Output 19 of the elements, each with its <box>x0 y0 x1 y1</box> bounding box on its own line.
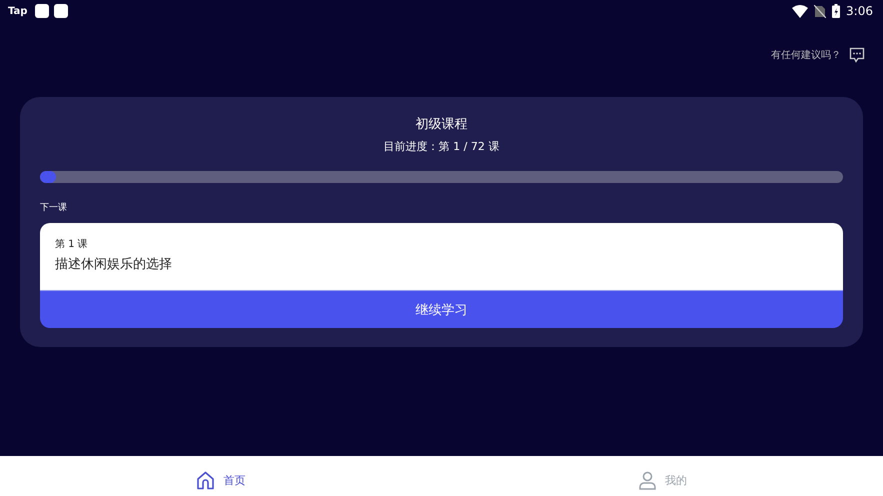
lesson-title: 描述休闲娱乐的选择 <box>55 256 173 273</box>
next-lesson-heading: 下一课 <box>40 202 68 214</box>
app-label: Tap <box>8 6 28 16</box>
course-title: 初级课程 <box>414 116 468 133</box>
battery-icon <box>832 4 840 18</box>
feedback-link[interactable]: 有任何建议吗？ <box>771 48 841 62</box>
chat-icon[interactable] <box>849 47 865 63</box>
notification-icon <box>54 4 68 18</box>
no-sim-icon <box>814 4 826 18</box>
continue-button[interactable]: 继续学习 <box>40 290 843 328</box>
nav-tab[interactable]: 首页 <box>0 456 442 496</box>
home-icon <box>196 470 216 490</box>
lesson-number: 第 1 课 <box>55 238 89 251</box>
clock-time: 3:06 <box>846 4 873 18</box>
notification-icon <box>35 4 50 18</box>
wifi-icon <box>792 4 808 18</box>
lesson-card[interactable]: 第 1 课 描述休闲娱乐的选择 <box>40 223 843 290</box>
person-icon <box>638 470 657 490</box>
progress-text: 目前进度：第 1 / 72 课 <box>382 139 500 154</box>
